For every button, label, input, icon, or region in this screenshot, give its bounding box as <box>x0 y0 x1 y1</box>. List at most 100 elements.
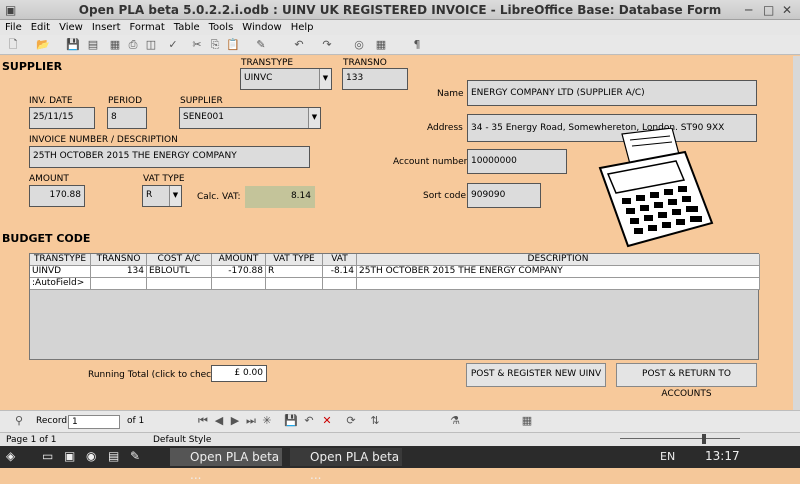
inv-date-field[interactable]: 25/11/15 <box>29 107 95 129</box>
menu-format[interactable]: Format <box>125 21 169 33</box>
preview-icon[interactable]: ◫ <box>144 38 158 52</box>
paste-icon[interactable]: 📋 <box>226 38 240 52</box>
cell-cost-ac[interactable]: EBLOUTL <box>147 266 212 278</box>
save-icon[interactable]: 💾 <box>66 38 80 52</box>
transtype-select[interactable]: UINVC ▼ <box>240 68 332 90</box>
spellcheck-icon[interactable]: ✓ <box>166 38 180 52</box>
post-register-button[interactable]: POST & REGISTER NEW UINV <box>466 363 606 387</box>
col-vat-type[interactable]: VAT TYPE <box>266 254 323 266</box>
keyboard-layout[interactable]: EN <box>660 450 675 463</box>
col-transtype[interactable]: TRANSTYPE <box>30 254 91 266</box>
address-label: Address <box>427 123 463 133</box>
menu-edit[interactable]: Edit <box>26 21 54 33</box>
prev-record-icon[interactable]: ◀ <box>212 414 226 428</box>
record-number-input[interactable]: 1 <box>68 415 120 429</box>
minimize-icon[interactable]: ─ <box>745 3 752 17</box>
vertical-scrollbar[interactable] <box>793 56 800 410</box>
zoom-slider[interactable] <box>620 434 740 444</box>
close-icon[interactable]: ✕ <box>782 3 792 17</box>
navigator-icon[interactable]: ◎ <box>352 38 366 52</box>
copy-icon[interactable]: ⎘ <box>208 38 222 52</box>
menu-tools[interactable]: Tools <box>204 21 238 33</box>
browser-icon[interactable]: ◉ <box>86 449 96 463</box>
clock[interactable]: 13:17 <box>705 449 740 463</box>
taskbar-item-1[interactable]: Open PLA beta ... <box>170 448 282 482</box>
cell-transtype[interactable]: :AutoField> <box>30 278 91 290</box>
col-cost-ac[interactable]: COST A/C <box>147 254 212 266</box>
window-titlebar: ▣ Open PLA beta 5.0.2.2.i.odb : UINV UK … <box>0 0 800 20</box>
cut-icon[interactable]: ✂ <box>190 38 204 52</box>
col-description[interactable]: DESCRIPTION <box>357 254 760 266</box>
editor-icon[interactable]: ✎ <box>130 449 140 463</box>
save-record-icon[interactable]: 💾 <box>284 414 298 428</box>
table-row[interactable]: :AutoField> <box>30 278 760 290</box>
chevron-down-icon[interactable]: ▼ <box>169 186 181 206</box>
menu-table[interactable]: Table <box>169 21 204 33</box>
sortcode-label: Sort code <box>423 191 467 201</box>
binoculars-icon[interactable]: ⚲ <box>12 414 26 428</box>
office-icon[interactable]: ▤ <box>108 449 119 463</box>
last-record-icon[interactable]: ⏭ <box>244 414 258 428</box>
new-record-icon[interactable]: ✳ <box>260 414 274 428</box>
cell-vat[interactable] <box>323 278 357 290</box>
chevron-down-icon[interactable]: ▼ <box>319 69 331 89</box>
clone-icon[interactable]: ✎ <box>254 38 268 52</box>
pdf-icon[interactable]: ▦ <box>108 38 122 52</box>
table-icon[interactable]: ▦ <box>374 38 388 52</box>
filter-icon[interactable]: ⚗ <box>448 414 462 428</box>
refresh-icon[interactable]: ⟳ <box>344 414 358 428</box>
save-as-icon[interactable]: ▤ <box>86 38 100 52</box>
sort-icon[interactable]: ⇅ <box>368 414 382 428</box>
start-menu-icon[interactable]: ◈ <box>6 449 15 463</box>
post-return-button[interactable]: POST & RETURN TO ACCOUNTS <box>616 363 757 399</box>
open-icon[interactable]: 📂 <box>36 38 50 52</box>
terminal-icon[interactable]: ▭ <box>42 449 53 463</box>
table-row[interactable]: UINVD 134 EBLOUTL -170.88 R -8.14 25TH O… <box>30 266 760 278</box>
data-source-icon[interactable]: ▦ <box>520 414 534 428</box>
maximize-icon[interactable]: □ <box>763 3 774 17</box>
undo-icon[interactable]: ↶ <box>292 38 306 52</box>
cell-amount[interactable]: -170.88 <box>212 266 266 278</box>
delete-record-icon[interactable]: ✕ <box>320 414 334 428</box>
cell-cost-ac[interactable] <box>147 278 212 290</box>
cell-description[interactable] <box>357 278 760 290</box>
first-record-icon[interactable]: ⏮ <box>196 414 210 428</box>
sortcode-field[interactable]: 909090 <box>467 183 541 208</box>
chevron-down-icon[interactable]: ▼ <box>308 108 320 128</box>
cell-transno[interactable] <box>91 278 147 290</box>
undo-record-icon[interactable]: ↶ <box>302 414 316 428</box>
vat-type-select[interactable]: R ▼ <box>142 185 182 207</box>
account-field[interactable]: 10000000 <box>467 149 567 174</box>
running-total-field[interactable]: £ 0.00 <box>211 365 267 382</box>
form-navigation-bar: ⚲ Record 1 of 1 ⏮ ◀ ▶ ⏭ ✳ 💾 ↶ ✕ ⟳ ⇅ ⚗ ▦ <box>0 410 800 432</box>
invoice-desc-field[interactable]: 25TH OCTOBER 2015 THE ENERGY COMPANY <box>29 146 310 168</box>
menu-window[interactable]: Window <box>237 21 285 33</box>
menu-insert[interactable]: Insert <box>87 21 125 33</box>
period-field[interactable]: 8 <box>107 107 147 129</box>
amount-field[interactable]: 170.88 <box>29 185 85 207</box>
print-icon[interactable]: ⎙ <box>126 38 140 52</box>
new-icon[interactable]: 🗋 <box>6 38 20 52</box>
redo-icon[interactable]: ↷ <box>320 38 334 52</box>
formatting-marks-icon[interactable]: ¶ <box>410 38 424 52</box>
cell-transtype[interactable]: UINVD <box>30 266 91 278</box>
cell-amount[interactable] <box>212 278 266 290</box>
taskbar-item-2[interactable]: Open PLA beta ... <box>290 448 402 482</box>
menu-help[interactable]: Help <box>286 21 318 33</box>
col-transno[interactable]: TRANSNO <box>91 254 147 266</box>
next-record-icon[interactable]: ▶ <box>228 414 242 428</box>
cell-vat-type[interactable]: R <box>266 266 323 278</box>
menu-view[interactable]: View <box>54 21 87 33</box>
cell-transno[interactable]: 134 <box>91 266 147 278</box>
transno-field[interactable]: 133 <box>342 68 408 90</box>
files-icon[interactable]: ▣ <box>64 449 75 463</box>
cell-vat-type[interactable] <box>266 278 323 290</box>
name-field[interactable]: ENERGY COMPANY LTD (SUPPLIER A/C) <box>467 80 757 106</box>
cell-vat[interactable]: -8.14 <box>323 266 357 278</box>
supplier-select[interactable]: SENE001 ▼ <box>179 107 321 129</box>
col-amount[interactable]: AMOUNT <box>212 254 266 266</box>
calc-vat-label: Calc. VAT: <box>197 192 241 202</box>
col-vat[interactable]: VAT <box>323 254 357 266</box>
cell-description[interactable]: 25TH OCTOBER 2015 THE ENERGY COMPANY <box>357 266 760 278</box>
menu-file[interactable]: File <box>0 21 26 33</box>
